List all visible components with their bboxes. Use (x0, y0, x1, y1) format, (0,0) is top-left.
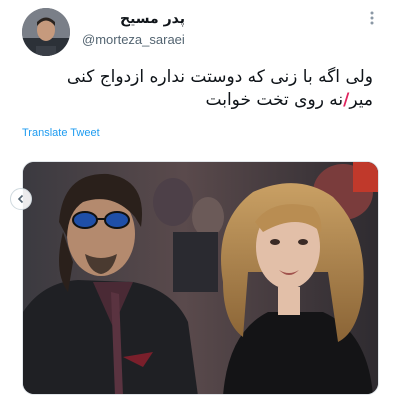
tweet-text-part-before: میر (349, 90, 373, 110)
avatar[interactable] (22, 8, 70, 56)
display-name[interactable]: پدر مسیح (120, 11, 185, 27)
more-options-icon[interactable] (364, 10, 380, 26)
tweet-text-line-1: ولی اگه با زنی که دوستت نداره ازدواج کنی (66, 67, 373, 87)
chevron-left-icon[interactable] (10, 188, 32, 210)
tweet-photo[interactable] (22, 161, 379, 395)
tweet-text-line-2: میر/نه روی تخت خوابت (43, 89, 373, 112)
translate-tweet-link[interactable]: Translate Tweet (22, 127, 100, 139)
user-handle[interactable]: @morteza_saraei (82, 32, 185, 47)
tweet-text-part-after: نه روی تخت خوابت (205, 90, 344, 110)
tweet-text: ولی اگه با زنی که دوستت نداره ازدواج کنی… (43, 66, 373, 112)
tweet-card: پدر مسیح @morteza_saraei ولی اگه با زنی … (0, 0, 400, 407)
